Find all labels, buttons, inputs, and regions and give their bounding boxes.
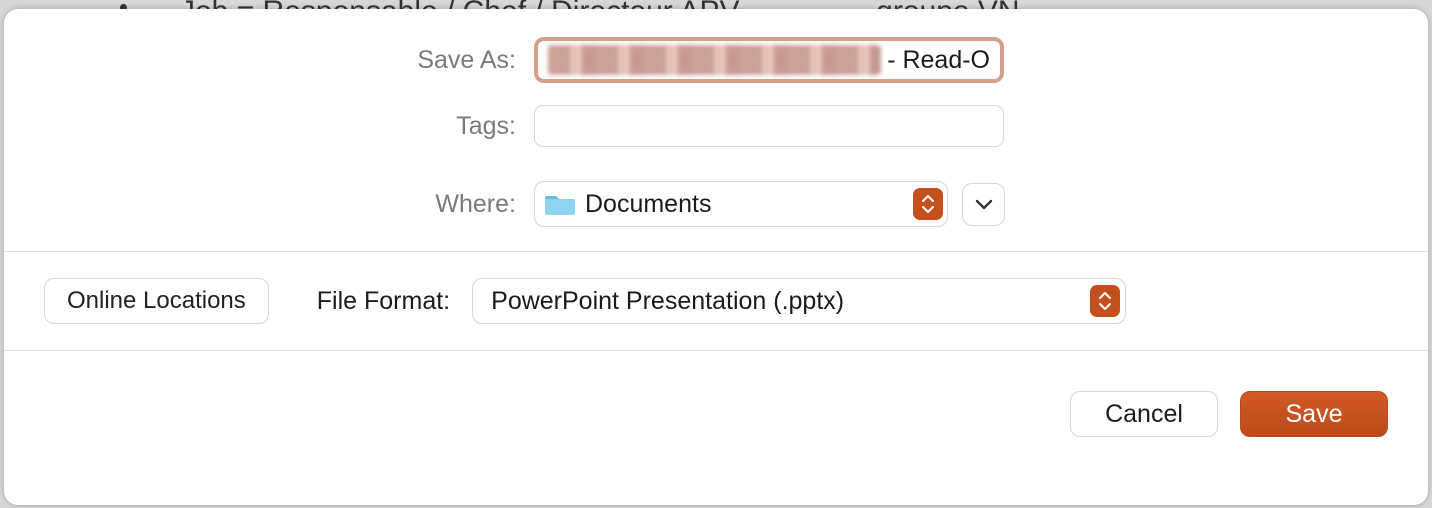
save-dialog: Save As: - Read-O Tags: Where: Documents	[4, 9, 1428, 505]
dialog-middle-section: Online Locations File Format: PowerPoint…	[4, 252, 1428, 350]
chevron-down-icon	[975, 198, 993, 210]
where-label: Where:	[44, 190, 534, 219]
tags-label: Tags:	[44, 112, 534, 141]
dialog-top-section: Save As: - Read-O Tags: Where: Documents	[4, 9, 1428, 251]
where-dropdown[interactable]: Documents	[534, 181, 948, 227]
online-locations-button[interactable]: Online Locations	[44, 278, 269, 324]
filename-suffix: - Read-O	[887, 46, 990, 75]
file-format-stepper-icon[interactable]	[1090, 285, 1120, 317]
save-as-label: Save As:	[44, 46, 534, 75]
file-format-value: PowerPoint Presentation (.pptx)	[491, 287, 1090, 316]
file-format-dropdown[interactable]: PowerPoint Presentation (.pptx)	[472, 278, 1126, 324]
file-format-label: File Format:	[317, 287, 450, 316]
cancel-button[interactable]: Cancel	[1070, 391, 1218, 437]
expand-button[interactable]	[962, 183, 1005, 226]
save-button[interactable]: Save	[1240, 391, 1388, 437]
where-stepper-icon[interactable]	[913, 188, 943, 220]
filename-redacted	[548, 45, 881, 75]
dialog-footer: Cancel Save	[4, 351, 1428, 505]
tags-input[interactable]	[534, 105, 1004, 147]
where-folder-name: Documents	[585, 190, 903, 219]
save-as-input[interactable]: - Read-O	[534, 37, 1004, 83]
folder-icon	[545, 192, 575, 216]
